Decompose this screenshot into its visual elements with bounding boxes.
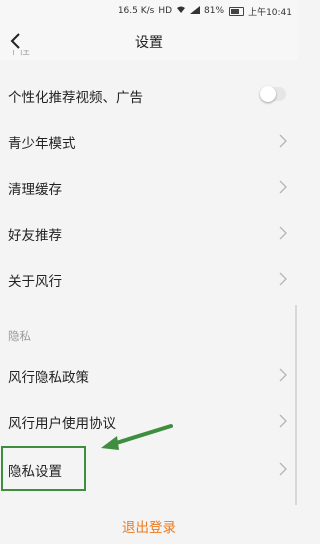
row-friend-recommend[interactable]: 好友推荐 [0,210,298,256]
logout-button[interactable]: 退出登录 [0,516,298,536]
row-personalized-ads: 个性化推荐视频、广告 [0,72,298,118]
row-label: 个性化推荐视频、广告 [8,90,143,106]
row-label: 好友推荐 [8,228,62,244]
chevron-right-icon [279,414,287,428]
row-teen-mode[interactable]: 青少年模式 [0,118,298,164]
page-title: 设置 [135,35,163,51]
status-bar: 16.5 K/s HD 81% 上午10:41 [0,0,298,22]
row-privacy-policy[interactable]: 风行隐私政策 [0,352,298,398]
network-speed: 16.5 K/s [117,6,155,16]
row-clear-cache[interactable]: 清理缓存 [0,164,298,210]
chevron-right-icon [279,180,287,194]
highlight-box [1,446,86,491]
nav-bar: 设置 [0,22,298,60]
scrollbar[interactable] [295,305,297,505]
personalized-ads-toggle[interactable] [260,86,286,102]
signal-icon [190,5,201,17]
chevron-right-icon [279,226,287,240]
wifi-icon [176,6,186,17]
battery-percent: 81% [204,6,225,16]
row-label: 风行隐私政策 [8,370,89,386]
chevron-right-icon [279,272,287,286]
row-label: 青少年模式 [8,136,76,152]
section-header-privacy: 隐私 [8,329,31,343]
hd-icon: HD [158,6,173,16]
battery-icon [229,6,245,16]
chevron-right-icon [279,134,287,148]
clock: 上午10:41 [248,7,292,18]
section-header-partial: 个性 [8,50,30,56]
chevron-right-icon [279,462,287,476]
row-about[interactable]: 关于风行 [0,256,298,302]
row-label: 清理缓存 [8,182,62,198]
annotation-arrow-icon [101,424,173,450]
chevron-right-icon [279,368,287,382]
row-label: 关于风行 [8,274,62,290]
